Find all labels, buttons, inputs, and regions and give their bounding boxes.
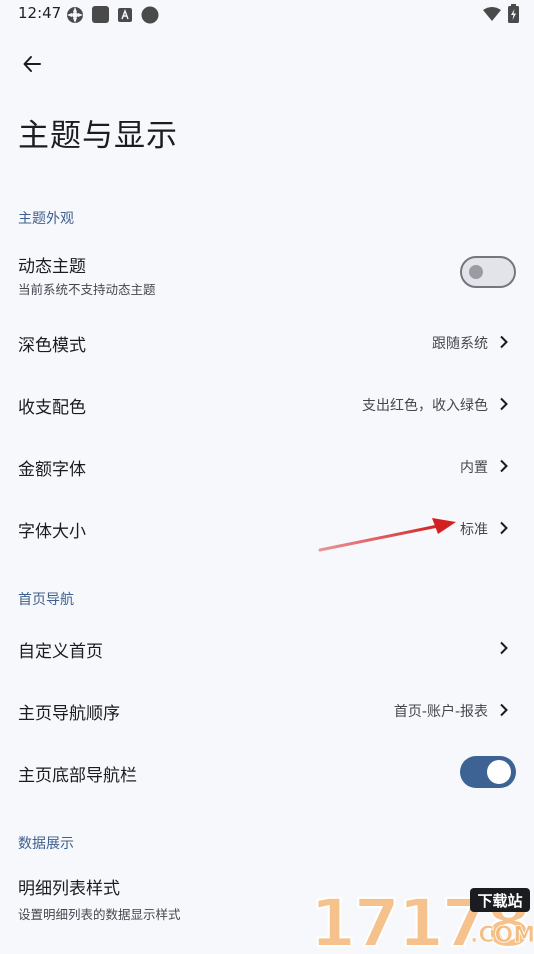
nav-order-value: 首页-账户-报表 [393,704,488,720]
amount-font-row[interactable]: 金额字体 内置 [0,435,534,497]
page-title: 主题与显示 [18,118,178,154]
chevron-right-icon [500,397,508,411]
dynamic-theme-row[interactable]: 动态主题 当前系统不支持动态主题 [0,242,534,308]
switch-knob [469,265,483,279]
detail-style-label: 明细列表样式 [18,879,120,899]
status-bar: 12:47 [0,0,534,30]
watermark-logo: 17178 下载站 .COM [308,882,534,954]
chevron-right-icon [500,335,508,349]
detail-style-subtitle: 设置明细列表的数据显示样式 [18,907,181,922]
custom-home-row[interactable]: 自定义首页 [0,617,534,679]
dynamic-theme-switch[interactable] [460,256,516,288]
dark-mode-row[interactable]: 深色模式 跟随系统 [0,311,534,373]
switch-knob [487,760,511,784]
font-size-value: 标准 [460,522,488,538]
dark-mode-label: 深色模式 [18,336,86,356]
nav-order-label: 主页导航顺序 [18,704,120,724]
wifi-icon [483,7,501,21]
svg-text:下载站: 下载站 [477,892,522,910]
app-notification-icon [92,6,109,23]
keyboard-a-icon [118,8,132,22]
section-header-navigation: 首页导航 [18,592,74,608]
income-color-label: 收支配色 [18,398,86,418]
chevron-right-icon [500,459,508,473]
arrow-back-icon [23,56,41,72]
dynamic-theme-label: 动态主题 [18,257,86,277]
svg-text:.COM: .COM [470,923,534,948]
font-size-label: 字体大小 [18,522,86,542]
back-button[interactable] [14,46,50,82]
circle-notification-icon [141,6,159,24]
bottom-nav-label: 主页底部导航栏 [18,766,137,786]
custom-home-label: 自定义首页 [18,642,103,662]
watermark-graphic: 17178 下载站 .COM [309,884,534,954]
amount-font-value: 内置 [460,460,488,476]
battery-charging-icon [508,4,519,23]
nav-order-row[interactable]: 主页导航顺序 首页-账户-报表 [0,679,534,741]
income-color-value: 支出红色，收入绿色 [362,398,488,414]
chevron-right-icon [500,521,508,535]
status-time: 12:47 [18,4,62,22]
chevron-right-icon [500,641,508,655]
section-header-theme: 主题外观 [18,211,74,227]
annotation-arrow-icon [318,518,456,552]
dynamic-theme-subtitle: 当前系统不支持动态主题 [18,282,156,297]
income-color-row[interactable]: 收支配色 支出红色，收入绿色 [0,373,534,435]
chevron-right-icon [500,703,508,717]
section-header-data-display: 数据展示 [18,836,74,852]
bottom-nav-switch[interactable] [460,756,516,788]
dark-mode-value: 跟随系统 [432,336,488,352]
amount-font-label: 金额字体 [18,460,86,480]
bottom-nav-row[interactable]: 主页底部导航栏 [0,741,534,803]
sync-icon [67,7,83,23]
